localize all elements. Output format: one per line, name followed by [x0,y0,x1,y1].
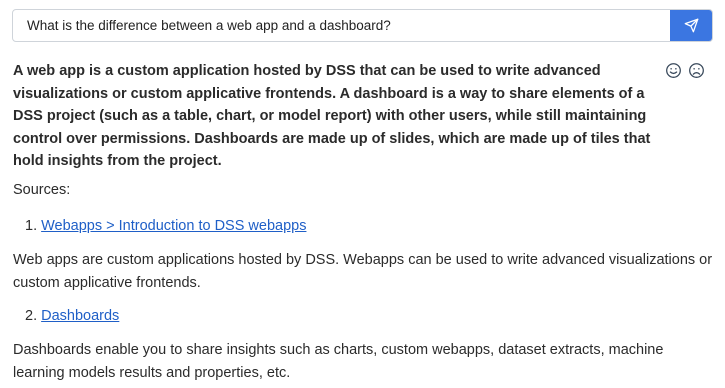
source-item: 2. Dashboards [25,306,119,326]
source-link[interactable]: Webapps > Introduction to DSS webapps [41,218,306,234]
query-input[interactable] [13,10,670,41]
source-excerpt: Dashboards enable you to share insights … [13,342,664,381]
send-button[interactable] [670,10,712,41]
source-link[interactable]: Dashboards [41,308,119,324]
smile-icon[interactable] [665,62,682,79]
answer-text: A web app is a custom application hosted… [13,63,651,169]
frown-icon[interactable] [688,62,705,79]
feedback-group [665,62,705,79]
source-excerpt: Web apps are custom applications hosted … [13,252,713,291]
send-icon [684,18,698,33]
sources-label: Sources: [13,182,71,198]
source-number: 1. [25,218,38,234]
source-item: 1. Webapps > Introduction to DSS webapps [25,216,306,236]
query-bar [12,9,713,42]
source-number: 2. [25,308,38,324]
